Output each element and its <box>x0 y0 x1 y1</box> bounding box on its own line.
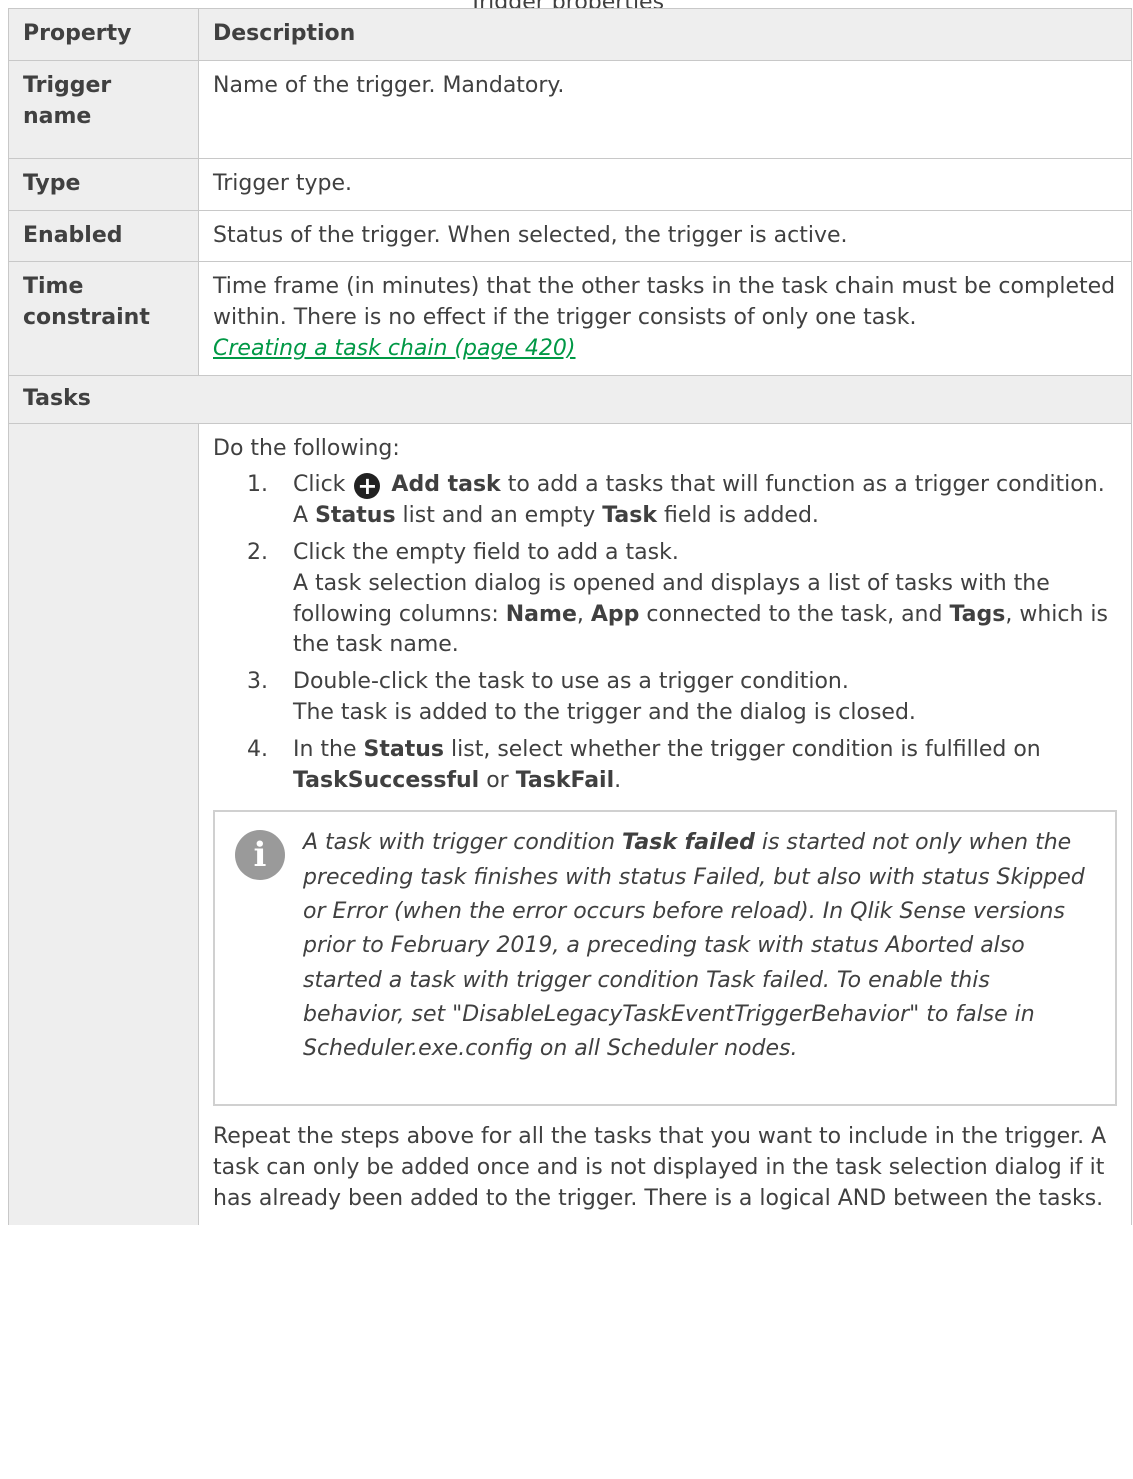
tasks-description: Do the following: 1. Click + Add task to… <box>198 422 1132 1225</box>
note-text-part: A task with trigger condition <box>303 830 616 856</box>
property-name: Type <box>8 157 199 211</box>
step-subtext: The task is added to the trigger and the… <box>293 699 916 725</box>
header-description: Description <box>198 8 1132 61</box>
step-text: or <box>486 767 509 793</box>
property-description: Name of the trigger. Mandatory. <box>198 59 1132 159</box>
note-text-part: is started not only when the preceding t… <box>303 830 1085 1062</box>
property-name: Time constraint <box>8 261 199 376</box>
step-number: 4. <box>247 736 268 762</box>
note-text: A task with trigger condition Task faile… <box>303 826 1095 1086</box>
property-name: Trigger name <box>8 59 199 159</box>
tasks-outro: Repeat the steps above for all the tasks… <box>213 1124 1107 1211</box>
add-task-label: Add task <box>391 472 501 498</box>
step-subtext: connected to the task, and <box>646 601 943 627</box>
list-item: 3. Double-click the task to use as a tri… <box>213 667 1117 729</box>
property-description: Time frame (in minutes) that the other t… <box>198 261 1132 376</box>
tags-column-term: Tags <box>949 601 1006 627</box>
tasks-row: Do the following: 1. Click + Add task to… <box>8 422 1132 1225</box>
header-row: Property Description <box>8 8 1132 61</box>
task-successful-term: TaskSuccessful <box>293 767 480 793</box>
status-term: Status <box>315 503 396 529</box>
time-constraint-text: Time frame (in minutes) that the other t… <box>213 274 1116 331</box>
step-text: Click the empty field to add a task. <box>293 539 679 565</box>
trigger-properties-table: Property Description Trigger name Name o… <box>8 8 1132 1225</box>
step-subtext: A <box>293 503 309 529</box>
name-column-term: Name <box>505 601 577 627</box>
list-item: 4. In the Status list, select whether th… <box>247 736 1041 793</box>
header-property: Property <box>8 8 199 61</box>
task-term: Task <box>602 503 657 529</box>
step-number: 3. <box>247 669 268 695</box>
step-text: In the <box>293 736 357 762</box>
plus-circle-icon: + <box>354 473 381 500</box>
steps-list: 1. Click + Add task to add a tasks that … <box>213 470 1117 796</box>
info-note: i A task with trigger condition Task fai… <box>213 810 1117 1107</box>
step-number: 2. <box>247 539 268 565</box>
list-item: 2. Click the empty field to add a task. … <box>247 539 1108 658</box>
step-text: Click <box>293 472 346 498</box>
table-row: Trigger name Name of the trigger. Mandat… <box>8 59 1132 159</box>
table-row: Type Trigger type. <box>8 157 1132 211</box>
app-column-term: App <box>590 601 640 627</box>
table-row: Enabled Status of the trigger. When sele… <box>8 209 1132 263</box>
empty-cell <box>8 422 199 1225</box>
property-description: Status of the trigger. When selected, th… <box>198 209 1132 263</box>
list-item: 1. Click + Add task to add a tasks that … <box>213 470 1117 532</box>
note-bold-term: Task failed <box>622 830 755 856</box>
property-description: Trigger type. <box>198 157 1132 211</box>
table-row: Time constraint Time frame (in minutes) … <box>8 261 1132 376</box>
task-fail-term: TaskFail <box>515 767 615 793</box>
tasks-section-heading: Tasks <box>8 374 1132 424</box>
task-chain-link[interactable]: Creating a task chain (page 420) <box>213 336 576 361</box>
property-name: Enabled <box>8 209 199 263</box>
step-subtext: list and an empty <box>402 503 596 529</box>
tasks-intro: Do the following: <box>213 435 400 461</box>
step-number: 1. <box>247 472 268 498</box>
step-text: list, select whether the trigger conditi… <box>451 736 1041 762</box>
step-subtext: field is added. <box>663 503 819 529</box>
info-icon: i <box>235 830 285 881</box>
step-text: Double-click the task to use as a trigge… <box>293 669 849 695</box>
section-row: Tasks <box>8 374 1132 424</box>
step-text: to add a tasks that will function as a t… <box>507 472 1105 498</box>
status-term: Status <box>363 736 445 762</box>
